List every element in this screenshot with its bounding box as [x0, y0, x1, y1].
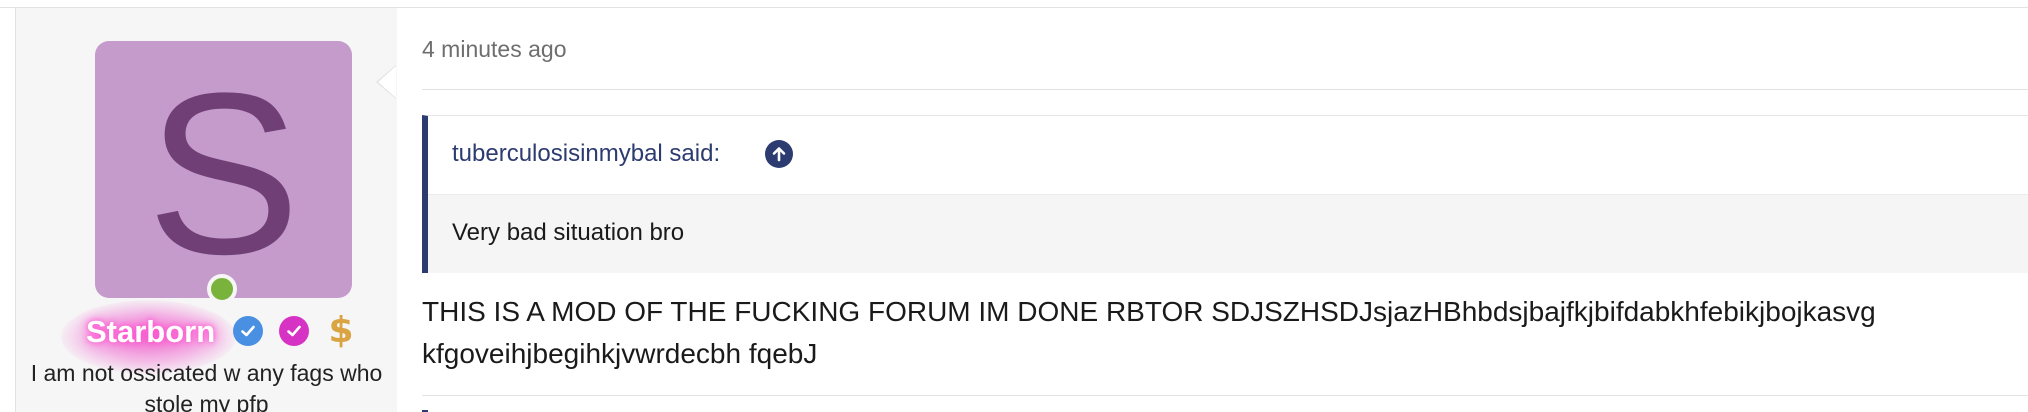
post-timestamp[interactable]: 4 minutes ago	[422, 36, 566, 63]
post-bottom-divider	[422, 395, 2028, 396]
checkmark-icon	[241, 325, 255, 337]
quote-block: tuberculosisinmybal said: Very bad situa…	[422, 115, 2028, 273]
user-title: I am not ossicated w any fags who stole …	[30, 360, 383, 412]
arrow-up-icon	[772, 147, 786, 162]
user-column: S Starborn $ I am not ossicated w any fa…	[15, 8, 398, 412]
check-badge-icon[interactable]	[279, 316, 309, 346]
checkmark-icon	[287, 325, 301, 337]
username-link[interactable]: Starborn	[86, 314, 215, 350]
user-avatar[interactable]: S	[95, 41, 352, 298]
dollar-icon[interactable]: $	[324, 312, 358, 350]
post-body-text: THIS IS A MOD OF THE FUCKING FORUM IM DO…	[422, 296, 1876, 369]
message-pointer	[378, 66, 396, 98]
avatar-letter: S	[146, 44, 301, 298]
jump-to-quote-icon[interactable]	[765, 140, 793, 168]
forum-post: S Starborn $ I am not ossicated w any fa…	[0, 0, 2028, 412]
quote-author[interactable]: tuberculosisinmybal said:	[452, 140, 720, 168]
quote-header: tuberculosisinmybal said:	[428, 116, 2028, 194]
quote-body: Very bad situation bro	[428, 194, 2028, 273]
header-divider	[422, 89, 2028, 90]
quote-text: Very bad situation bro	[452, 219, 685, 246]
verified-icon[interactable]	[233, 316, 263, 346]
online-status-indicator	[207, 274, 237, 304]
post-content: 4 minutes ago tuberculosisinmybal said: …	[397, 8, 2028, 412]
